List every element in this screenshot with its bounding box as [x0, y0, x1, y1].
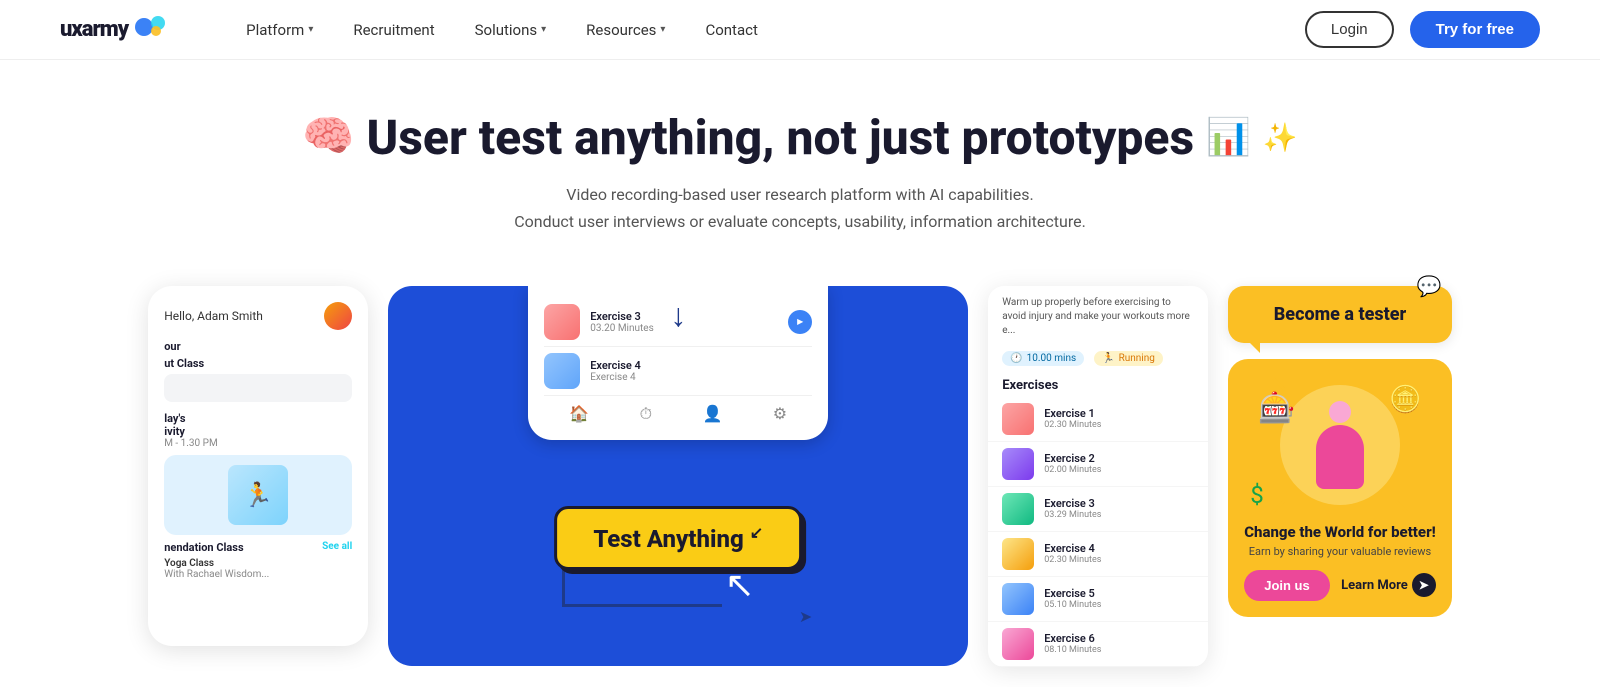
join-us-button[interactable]: Join us	[1244, 570, 1330, 601]
phone-activity-label: lay's	[164, 412, 352, 425]
exercise-thumb-2	[1002, 448, 1034, 480]
nav-resources[interactable]: Resources ▾	[586, 21, 665, 39]
exercise-thumb-6	[1002, 628, 1034, 660]
run-icon: 🏃	[1102, 353, 1114, 364]
nav-solutions[interactable]: Solutions ▾	[475, 21, 547, 39]
change-world-subtitle: Earn by sharing your valuable reviews	[1244, 545, 1436, 558]
timer-icon[interactable]: ⏱	[640, 404, 652, 424]
nav-recruitment[interactable]: Recruitment	[353, 21, 434, 39]
workout-nav: 🏠 ⏱ 👤 ⚙	[544, 396, 812, 428]
card-actions: Join us Learn More ➤	[1244, 570, 1436, 601]
exercise-item-3: Exercise 3 03.29 Minutes	[988, 487, 1208, 532]
login-button[interactable]: Login	[1305, 11, 1394, 48]
exercise-item-6: Exercise 6 08.10 Minutes	[988, 622, 1208, 667]
hero-section: 🧠 User test anything, not just prototype…	[0, 60, 1600, 266]
down-arrow-icon: ↓	[670, 296, 686, 334]
person-icon[interactable]: 👤	[702, 404, 722, 424]
nav-links: Platform ▾ Recruitment Solutions ▾ Resou…	[246, 21, 1305, 39]
workout-item-2: Exercise 4 Exercise 4	[544, 347, 812, 396]
hero-title: 🧠 User test anything, not just prototype…	[20, 110, 1580, 165]
person-figure	[1316, 401, 1364, 489]
try-for-free-button[interactable]: Try for free	[1410, 11, 1540, 48]
phone-search[interactable]	[164, 374, 352, 402]
speech-bubble-decoration: 💬	[1417, 274, 1442, 298]
change-world-title: Change the World for better!	[1244, 523, 1436, 541]
nav-platform[interactable]: Platform ▾	[246, 21, 313, 39]
play-button[interactable]: ▶	[788, 310, 812, 334]
settings-icon[interactable]: ⚙	[773, 404, 787, 424]
navbar: uxarmy Platform ▾ Recruitment Solutions …	[0, 0, 1600, 60]
hero-emoji-right: 📊	[1206, 117, 1251, 158]
see-all-link[interactable]: See all	[322, 541, 352, 554]
avatar	[324, 302, 352, 330]
exercise-item-2: Exercise 2 02.00 Minutes	[988, 442, 1208, 487]
card-illustration: 🎰 🪙 $	[1244, 375, 1436, 515]
hero-subtitle: Video recording-based user research plat…	[20, 181, 1580, 235]
clock-icon: 🕐	[1010, 353, 1022, 364]
learn-more-button[interactable]: Learn More ➤	[1341, 573, 1436, 597]
change-world-card: 🎰 🪙 $ Change the World for better! Earn …	[1228, 359, 1452, 617]
chevron-down-icon: ▾	[308, 24, 313, 35]
sparkle-icon: ✨	[1263, 122, 1298, 154]
exercise-thumb-3	[1002, 493, 1034, 525]
workout-info-2: Exercise 4 Exercise 4	[590, 359, 812, 383]
logo-text: uxarmy	[60, 17, 128, 42]
coin-icon: 🪙	[1389, 385, 1421, 415]
nav-contact[interactable]: Contact	[705, 21, 757, 39]
hero-emoji-left: 🧠	[302, 113, 354, 161]
yoga-class-item: Yoga Class With Rachael Wisdom...	[164, 558, 352, 580]
exercise-thumb-1	[1002, 403, 1034, 435]
workout-thumb-2	[544, 353, 580, 389]
exercise-item-4: Exercise 4 02.30 Minutes	[988, 532, 1208, 577]
running-badge: 🏃 Running	[1094, 351, 1163, 366]
exercises-panel: Warm up properly before exercising to av…	[988, 286, 1208, 667]
home-icon[interactable]: 🏠	[569, 404, 589, 424]
phone-greeting: Hello, Adam Smith	[164, 302, 352, 330]
cursor-underline: ↙	[750, 523, 763, 542]
chevron-down-icon: ▾	[541, 24, 546, 35]
exercise-item-5: Exercise 5 05.10 Minutes	[988, 577, 1208, 622]
recommendation-section: nendation Class See all	[164, 541, 352, 554]
phone-activity-sublabel: ivity	[164, 425, 352, 438]
exercise-thumb-4	[1002, 538, 1034, 570]
phone-section-title-2: ut Class	[164, 357, 352, 370]
phone-mockup-left: Hello, Adam Smith our ut Class lay's ivi…	[148, 286, 368, 646]
phone-time: M - 1.30 PM	[164, 438, 352, 449]
activity-card: 🏃	[164, 455, 352, 535]
activity-card-image: 🏃	[228, 465, 288, 525]
center-demo-inner: ↓ Exercise 3 03.20 Minutes ▶ Exercise 4 …	[388, 286, 968, 666]
right-panel: Become a tester 💬	[1228, 286, 1452, 617]
center-demo: ↓ Exercise 3 03.20 Minutes ▶ Exercise 4 …	[388, 286, 968, 666]
logo[interactable]: uxarmy	[60, 16, 166, 44]
exercise-item-1: Exercise 1 02.30 Minutes	[988, 397, 1208, 442]
learn-more-arrow-icon: ➤	[1412, 573, 1436, 597]
logo-icon	[134, 16, 166, 44]
phone-section-title-1: our	[164, 340, 352, 353]
exercises-header: Warm up properly before exercising to av…	[988, 286, 1208, 370]
demo-section: Hello, Adam Smith our ut Class lay's ivi…	[0, 266, 1600, 687]
dollar-icon: $	[1250, 481, 1264, 509]
time-badge: 🕐 10.00 mins	[1002, 351, 1084, 366]
money-bag-icon: 🎰	[1258, 391, 1295, 426]
become-tester-card: Become a tester 💬	[1228, 286, 1452, 343]
exercises-title: Exercises	[988, 370, 1208, 397]
chevron-down-icon: ▾	[660, 24, 665, 35]
nav-actions: Login Try for free	[1305, 11, 1540, 48]
workout-thumb-1	[544, 304, 580, 340]
exercise-thumb-5	[1002, 583, 1034, 615]
exercise-list: Exercise 1 02.30 Minutes Exercise 2 02.0…	[988, 397, 1208, 667]
test-anything-button[interactable]: Test Anything ↙	[554, 506, 802, 570]
warm-up-text: Warm up properly before exercising to av…	[1002, 296, 1194, 338]
badges-row: 🕐 10.00 mins 🏃 Running	[1002, 346, 1194, 366]
cursor-icon: ↖	[725, 564, 755, 606]
